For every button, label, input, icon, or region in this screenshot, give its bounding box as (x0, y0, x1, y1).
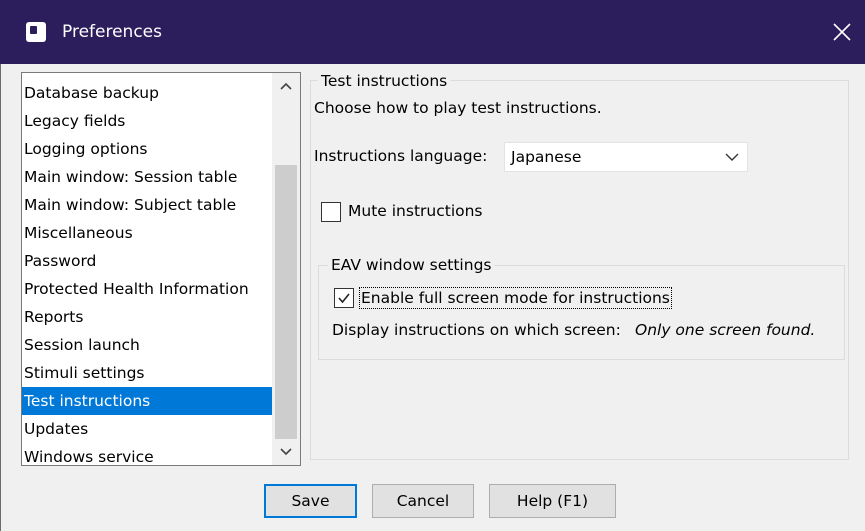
app-icon (26, 22, 46, 42)
scroll-thumb[interactable] (275, 165, 297, 439)
list-item-session-launch[interactable]: Session launch (22, 331, 273, 359)
list-item-database-backup[interactable]: Database backup (22, 79, 273, 107)
dialog-body: Database backup Legacy fields Logging op… (0, 64, 865, 531)
close-button[interactable] (819, 0, 865, 64)
list-item-logging-options[interactable]: Logging options (22, 135, 273, 163)
scroll-up-button[interactable] (272, 73, 300, 99)
save-button[interactable]: Save (264, 484, 357, 518)
list-scrollbar[interactable] (272, 73, 300, 465)
cancel-button[interactable]: Cancel (372, 484, 474, 518)
list-item-test-instructions[interactable]: Test instructions (22, 387, 273, 415)
eav-group-title: EAV window settings (328, 254, 495, 276)
mute-label[interactable]: Mute instructions (348, 202, 483, 220)
screen-label: Display instructions on which screen: (332, 321, 621, 339)
list-item-subject-table[interactable]: Main window: Subject table (22, 191, 273, 219)
list-item-updates[interactable]: Updates (22, 415, 273, 443)
chevron-down-icon (280, 448, 292, 456)
window-title: Preferences (62, 22, 162, 42)
chevron-up-icon (280, 82, 292, 90)
checkmark-icon (338, 293, 350, 304)
panel-title: Test instructions (318, 72, 451, 90)
panel-description: Choose how to play test instructions. (314, 99, 602, 117)
help-button[interactable]: Help (F1) (489, 484, 616, 518)
settings-panel: Test instructions Choose how to play tes… (310, 72, 849, 460)
eav-settings-group: EAV window settings Enable full screen m… (318, 254, 845, 360)
language-select[interactable]: Japanese (504, 142, 748, 172)
list-item-miscellaneous[interactable]: Miscellaneous (22, 219, 273, 247)
close-icon (833, 23, 851, 41)
list-item-session-table[interactable]: Main window: Session table (22, 163, 273, 191)
category-list-items: Database backup Legacy fields Logging op… (22, 79, 273, 471)
list-item-legacy-fields[interactable]: Legacy fields (22, 107, 273, 135)
fullscreen-label[interactable]: Enable full screen mode for instructions (359, 287, 672, 309)
title-bar: Preferences (0, 0, 865, 64)
chevron-down-icon (725, 153, 739, 161)
list-item-protected-health-information[interactable]: Protected Health Information (22, 275, 273, 303)
scroll-down-button[interactable] (272, 439, 300, 465)
fullscreen-checkbox[interactable] (334, 288, 354, 308)
category-list[interactable]: Database backup Legacy fields Logging op… (21, 72, 301, 466)
language-label: Instructions language: (314, 147, 488, 165)
screen-value: Only one screen found. (635, 321, 816, 339)
list-item-password[interactable]: Password (22, 247, 273, 275)
language-select-value: Japanese (511, 148, 582, 166)
list-item-windows-service[interactable]: Windows service (22, 443, 273, 471)
list-item-stimuli-settings[interactable]: Stimuli settings (22, 359, 273, 387)
mute-checkbox[interactable] (321, 202, 341, 222)
list-item-reports[interactable]: Reports (22, 303, 273, 331)
